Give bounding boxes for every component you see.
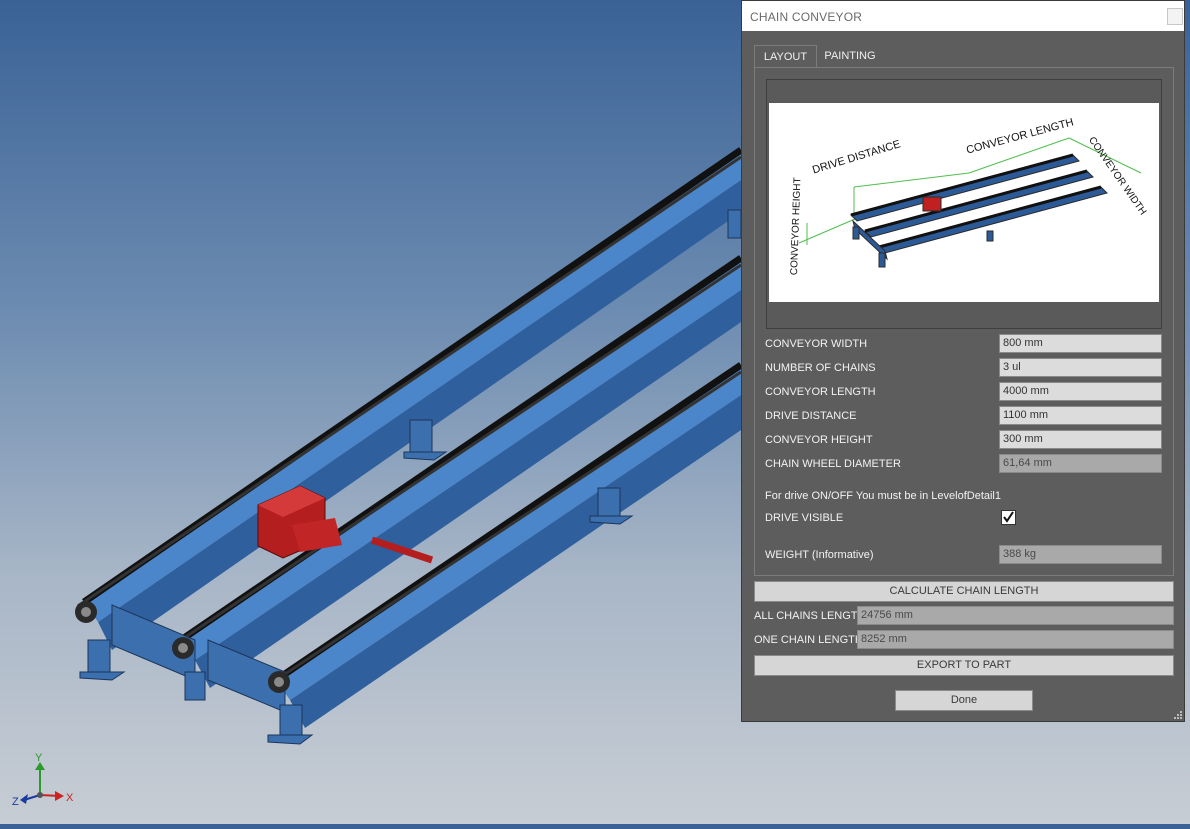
weight-label: WEIGHT (Informative) (765, 549, 874, 561)
drive-distance-input[interactable]: 1100 mm (999, 406, 1162, 425)
conveyor-height-input[interactable]: 300 mm (999, 430, 1162, 449)
preview-frame: DRIVE DISTANCE CONVEYOR LENGTH CONVEYOR … (766, 79, 1162, 329)
export-to-part-button[interactable]: EXPORT TO PART (754, 655, 1174, 676)
close-button[interactable] (1167, 8, 1183, 25)
all-chains-length-input: 24756 mm (857, 606, 1174, 625)
axis-y-label: Y (35, 752, 43, 764)
conveyor-preview-image: DRIVE DISTANCE CONVEYOR LENGTH CONVEYOR … (769, 103, 1159, 302)
drive-note: For drive ON/OFF You must be in LevelofD… (765, 490, 1001, 502)
axis-triad: Y X Z (10, 748, 80, 813)
drive-visible-checkbox[interactable] (1001, 510, 1016, 525)
axis-x-label: X (66, 792, 74, 804)
conveyor-width-input[interactable]: 800 mm (999, 334, 1162, 353)
dialog-title: CHAIN CONVEYOR (750, 10, 863, 24)
all-chains-length-label: ALL CHAINS LENGTH (754, 610, 866, 622)
conveyor-rail-1 (77, 147, 743, 650)
conveyor-height-label: CONVEYOR HEIGHT (765, 434, 873, 446)
one-chain-length-label: ONE CHAIN LENGTH (754, 634, 863, 646)
weight-input: 388 kg (999, 545, 1162, 564)
chain-wheel-diameter-input: 61,64 mm (999, 454, 1162, 473)
chain-wheel-diameter-label: CHAIN WHEEL DIAMETER (765, 458, 901, 470)
dialog-titlebar[interactable]: CHAIN CONVEYOR (742, 1, 1184, 31)
tab-layout[interactable]: LAYOUT (754, 45, 817, 67)
checkmark-icon (1003, 511, 1014, 523)
conveyor-length-input[interactable]: 4000 mm (999, 382, 1162, 401)
chain-conveyor-dialog: CHAIN CONVEYOR LAYOUT PAINTING DRIVE DIS… (741, 0, 1185, 722)
done-button[interactable]: Done (895, 690, 1033, 711)
tab-painting[interactable]: PAINTING (818, 45, 882, 67)
conveyor-length-label: CONVEYOR LENGTH (765, 386, 876, 398)
calculate-chain-length-button[interactable]: CALCULATE CHAIN LENGTH (754, 581, 1174, 602)
layout-tab-panel: DRIVE DISTANCE CONVEYOR LENGTH CONVEYOR … (754, 67, 1174, 576)
axis-z-label: Z (12, 796, 19, 808)
resize-grip-icon[interactable] (1172, 709, 1182, 719)
drive-distance-label: DRIVE DISTANCE (765, 410, 857, 422)
number-of-chains-input[interactable]: 3 ul (999, 358, 1162, 377)
number-of-chains-label: NUMBER OF CHAINS (765, 362, 876, 374)
conveyor-width-label: CONVEYOR WIDTH (765, 338, 868, 350)
drive-visible-label: DRIVE VISIBLE (765, 512, 844, 524)
one-chain-length-input: 8252 mm (857, 630, 1174, 649)
